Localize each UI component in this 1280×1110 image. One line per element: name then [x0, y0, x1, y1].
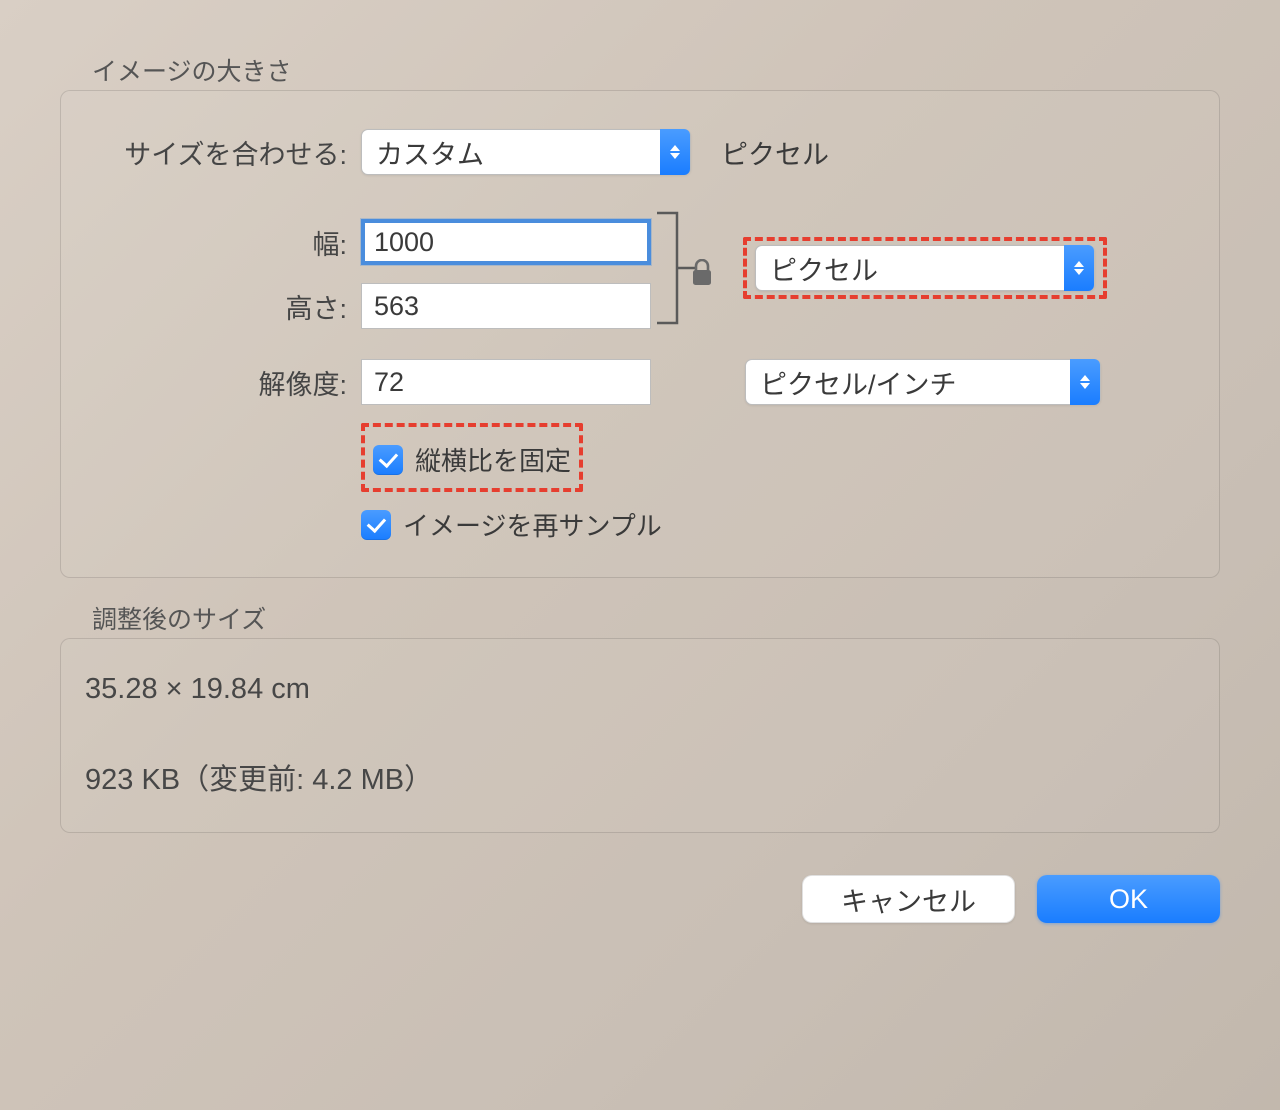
resulting-size-group: 35.28 × 19.84 cm 923 KB（変更前: 4.2 MB） — [60, 638, 1220, 833]
lock-bracket — [651, 203, 711, 333]
resulting-size-group-title: 調整後のサイズ — [92, 600, 1220, 636]
width-input[interactable] — [361, 219, 651, 265]
image-size-group-title: イメージの大きさ — [92, 52, 1220, 88]
annotation-constrain-highlight: 縦横比を固定 — [361, 423, 583, 492]
lock-icon — [691, 259, 713, 294]
constrain-label: 縦横比を固定 — [415, 441, 571, 478]
updown-icon — [660, 129, 690, 175]
width-label: 幅: — [91, 223, 361, 262]
fit-into-select[interactable]: カスタム — [361, 129, 691, 175]
updown-icon — [1070, 359, 1100, 405]
annotation-units-highlight: ピクセル — [743, 237, 1107, 299]
height-input[interactable] — [361, 283, 651, 329]
constrain-checkbox[interactable] — [373, 445, 403, 475]
fit-unit-text: ピクセル — [721, 133, 829, 172]
ok-button[interactable]: OK — [1037, 875, 1220, 923]
resolution-input[interactable] — [361, 359, 651, 405]
resulting-dimensions: 35.28 × 19.84 cm — [85, 673, 1195, 706]
resample-label: イメージを再サンプル — [403, 506, 662, 543]
updown-icon — [1064, 245, 1094, 291]
image-size-group: サイズを合わせる: カスタム ピクセル 幅: 高さ: — [60, 90, 1220, 578]
fit-into-select-value: カスタム — [376, 133, 484, 172]
fit-into-label: サイズを合わせる: — [91, 133, 361, 172]
dimensions-unit-select[interactable]: ピクセル — [755, 245, 1095, 291]
height-label: 高さ: — [91, 287, 361, 326]
resolution-unit-value: ピクセル/インチ — [760, 363, 957, 402]
resample-checkbox[interactable] — [361, 510, 391, 540]
resolution-label: 解像度: — [91, 363, 361, 402]
dimensions-unit-value: ピクセル — [770, 249, 878, 288]
cancel-button[interactable]: キャンセル — [802, 875, 1015, 923]
resolution-unit-select[interactable]: ピクセル/インチ — [745, 359, 1101, 405]
resulting-filesize: 923 KB（変更前: 4.2 MB） — [85, 756, 1195, 798]
